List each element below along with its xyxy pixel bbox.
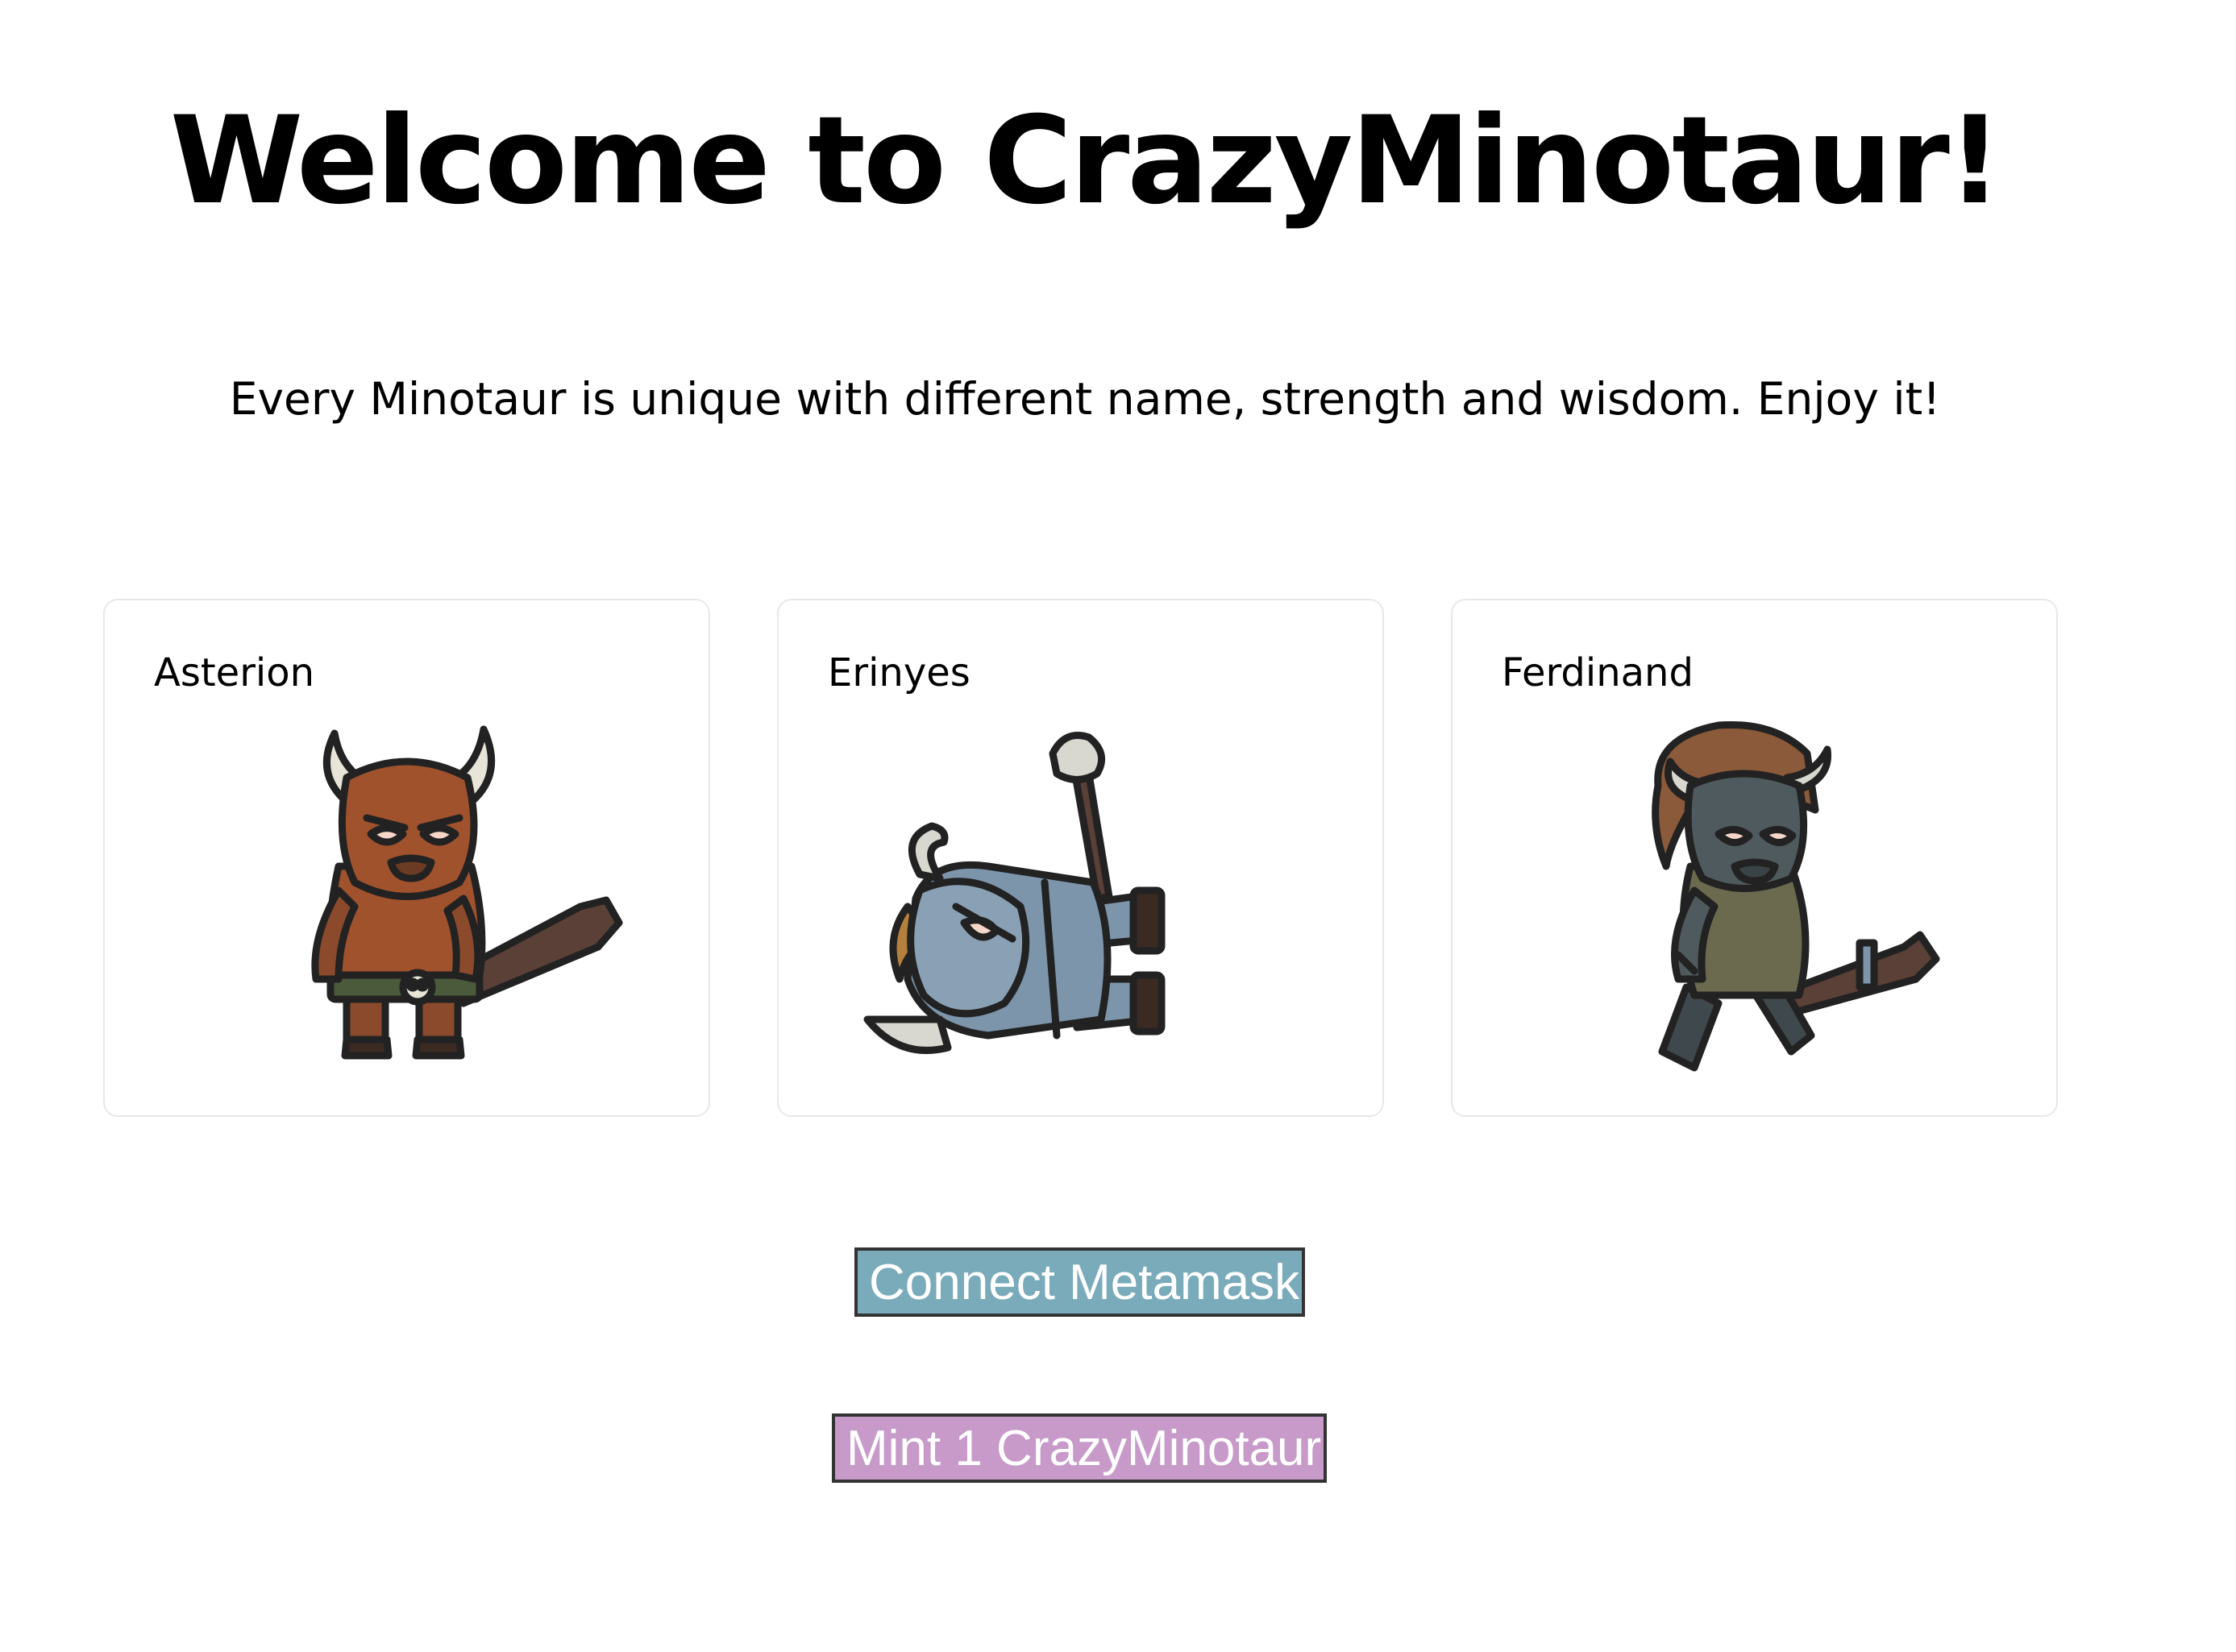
minotaur-asterion-image	[311, 725, 623, 1060]
page-subtitle: Every Minotaur is unique with different …	[229, 373, 1941, 425]
page-title: Welcome to CrazyMinotaur!	[169, 91, 2002, 231]
minotaur-ferdinand-image	[1652, 720, 1940, 1072]
mint-minotaur-button[interactable]: Mint 1 CrazyMinotaur	[832, 1413, 1327, 1483]
connect-metamask-button[interactable]: Connect Metamask	[854, 1247, 1305, 1317]
minotaur-erinyes-image	[863, 732, 1166, 1054]
minotaur-card-ferdinand: Ferdinand	[1451, 599, 2058, 1117]
minotaur-card-erinyes: Erinyes	[777, 599, 1384, 1117]
minotaur-card-asterion: Asterion	[103, 599, 710, 1117]
